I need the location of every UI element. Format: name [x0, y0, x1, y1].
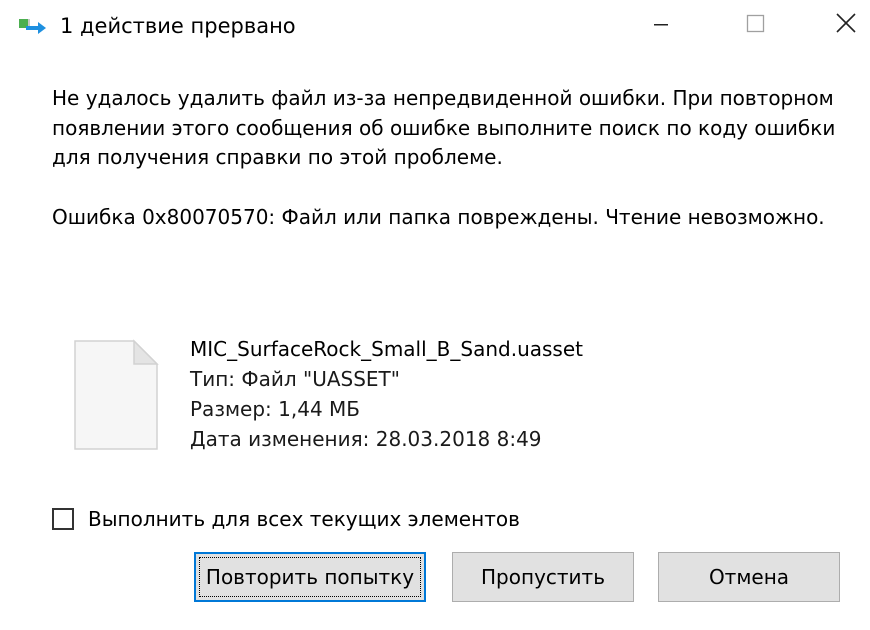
- file-modified: Дата изменения: 28.03.2018 8:49: [190, 427, 542, 451]
- close-icon: [836, 13, 856, 33]
- file-move-icon: [18, 16, 48, 38]
- file-size: Размер: 1,44 МБ: [190, 397, 360, 421]
- apply-all-label[interactable]: Выполнить для всех текущих элементов: [88, 507, 520, 531]
- skip-button[interactable]: Пропустить: [452, 552, 634, 602]
- error-message: Не удалось удалить файл из-за непредвиде…: [52, 84, 852, 232]
- error-dialog: 1 действие прервано Не удалось удалить ф…: [0, 0, 870, 630]
- cancel-button-label: Отмена: [708, 565, 790, 589]
- minimize-button[interactable]: [630, 0, 690, 48]
- window-title: 1 действие прервано: [60, 14, 296, 38]
- retry-button-label: Повторить попытку: [205, 565, 415, 589]
- maximize-button[interactable]: [724, 0, 784, 48]
- skip-button-label: Пропустить: [481, 565, 605, 589]
- retry-button[interactable]: Повторить попытку: [194, 552, 426, 602]
- apply-all-checkbox[interactable]: Выполнить для всех текущих элементов: [52, 502, 520, 536]
- error-code: Ошибка 0x80070570: Файл или папка повреж…: [52, 204, 825, 229]
- maximize-icon: [746, 14, 765, 33]
- minimize-icon: [654, 24, 668, 26]
- file-type: Тип: Файл "UASSET": [190, 367, 400, 391]
- file-name: MIC_SurfaceRock_Small_B_Sand.uasset: [190, 337, 583, 361]
- error-description: Не удалось удалить файл из-за непредвиде…: [52, 86, 836, 169]
- title-bar: 1 действие прервано: [0, 0, 870, 52]
- cancel-button[interactable]: Отмена: [658, 552, 840, 602]
- checkbox-box[interactable]: [52, 508, 74, 530]
- file-details: MIC_SurfaceRock_Small_B_Sand.uasset Тип:…: [190, 334, 583, 454]
- close-button[interactable]: [817, 0, 870, 48]
- blank-file-icon: [72, 338, 160, 452]
